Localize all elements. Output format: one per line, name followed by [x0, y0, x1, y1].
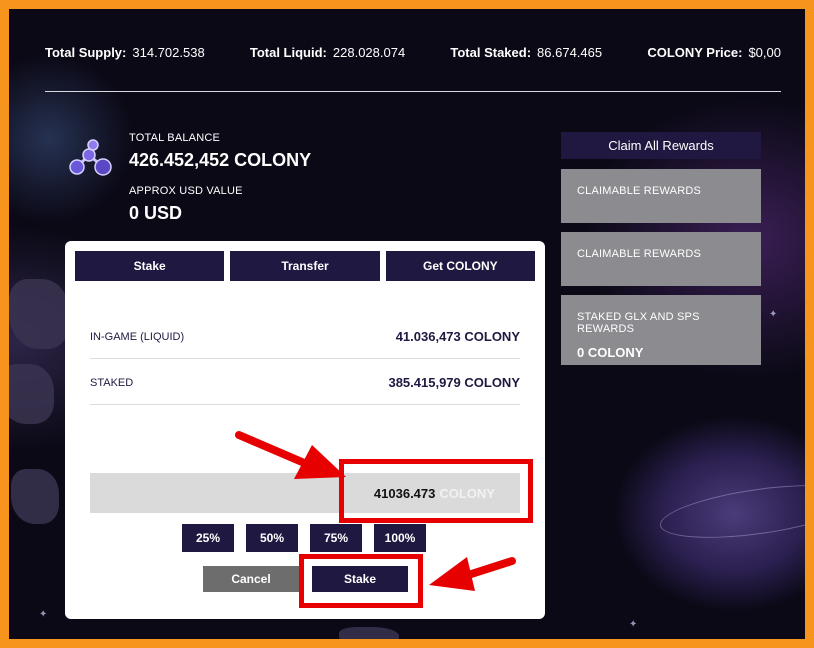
liquid-balance-row: IN-GAME (LIQUID) 41.036,473 COLONY [90, 315, 520, 359]
asteroid-decoration [339, 627, 399, 639]
star-decoration: ✦ [769, 309, 778, 320]
tab-stake[interactable]: Stake [75, 251, 225, 281]
stat-value: 314.702.538 [132, 45, 205, 60]
percent-25-button[interactable]: 25% [182, 524, 234, 552]
row-label: IN-GAME (LIQUID) [90, 330, 185, 343]
claim-all-rewards-button[interactable]: Claim All Rewards [561, 132, 761, 159]
stat-value: 228.028.074 [332, 45, 406, 60]
claimable-rewards-card: CLAIMABLE REWARDS [561, 169, 761, 223]
total-balance-label: TOTAL BALANCE [129, 132, 221, 144]
colony-token-icon [69, 139, 112, 176]
stat-colony-price: COLONY Price: $0,00 [647, 45, 781, 65]
stat-total-liquid: Total Liquid: 228.028.074 [250, 45, 405, 65]
cancel-button[interactable]: Cancel [203, 566, 299, 592]
tab-get-colony[interactable]: Get COLONY [385, 251, 535, 281]
stat-label: COLONY Price: [647, 45, 743, 60]
reward-title: CLAIMABLE REWARDS [577, 185, 702, 197]
tab-transfer[interactable]: Transfer [230, 251, 380, 281]
reward-value: 0 COLONY [577, 345, 644, 360]
stat-label: Total Liquid: [249, 45, 327, 60]
row-value: 41.036,473 COLONY [395, 329, 520, 344]
claimable-rewards-card: CLAIMABLE REWARDS [561, 232, 761, 286]
asteroid-decoration [9, 279, 69, 349]
staked-balance-row: STAKED 385.415,979 COLONY [90, 361, 520, 405]
usd-value: 0 USD [129, 203, 183, 223]
staked-rewards-card: STAKED GLX AND SPS REWARDS 0 COLONY [561, 295, 761, 365]
asteroid-decoration [9, 364, 54, 424]
stat-total-staked: Total Staked: 86.674.465 [450, 45, 602, 65]
stake-highlight-box [299, 554, 423, 608]
total-balance-value: 426.452,452 COLONY [129, 150, 312, 170]
stats-bar: Total Supply: 314.702.538 Total Liquid: 22… [45, 45, 781, 65]
percent-75-button[interactable]: 75% [310, 524, 362, 552]
reward-title: STAKED GLX AND SPS REWARDS [577, 311, 700, 335]
stat-value: $0,00 [748, 45, 781, 60]
usd-value-label: APPROX USD VALUE [129, 185, 243, 197]
stat-value: 86.674.465 [537, 45, 603, 60]
stat-label: Total Supply: [45, 45, 127, 60]
asteroid-decoration [11, 469, 59, 524]
star-decoration: ✦ [39, 609, 48, 620]
row-label: STAKED [90, 376, 134, 389]
stat-label: Total Staked: [450, 45, 532, 60]
percent-50-button[interactable]: 50% [246, 524, 298, 552]
amount-highlight-box [339, 459, 533, 523]
arrow-right-down-icon [235, 431, 346, 479]
app-frame: ✦ ✦ ✦ Total Supply: 314.702.538 Total Liq… [9, 9, 805, 639]
reward-title: CLAIMABLE REWARDS [577, 248, 702, 260]
stat-total-supply: Total Supply: 314.702.538 [45, 45, 205, 65]
percent-buttons: 25% 50% 75% 100% [182, 524, 426, 552]
divider [45, 91, 781, 92]
star-decoration: ✦ [629, 619, 638, 630]
planet-ring-decoration [656, 475, 805, 548]
arrow-left-icon [429, 557, 516, 591]
percent-100-button[interactable]: 100% [374, 524, 426, 552]
action-tabs: Stake Transfer Get COLONY [75, 251, 535, 281]
row-value: 385.415,979 COLONY [388, 375, 520, 390]
